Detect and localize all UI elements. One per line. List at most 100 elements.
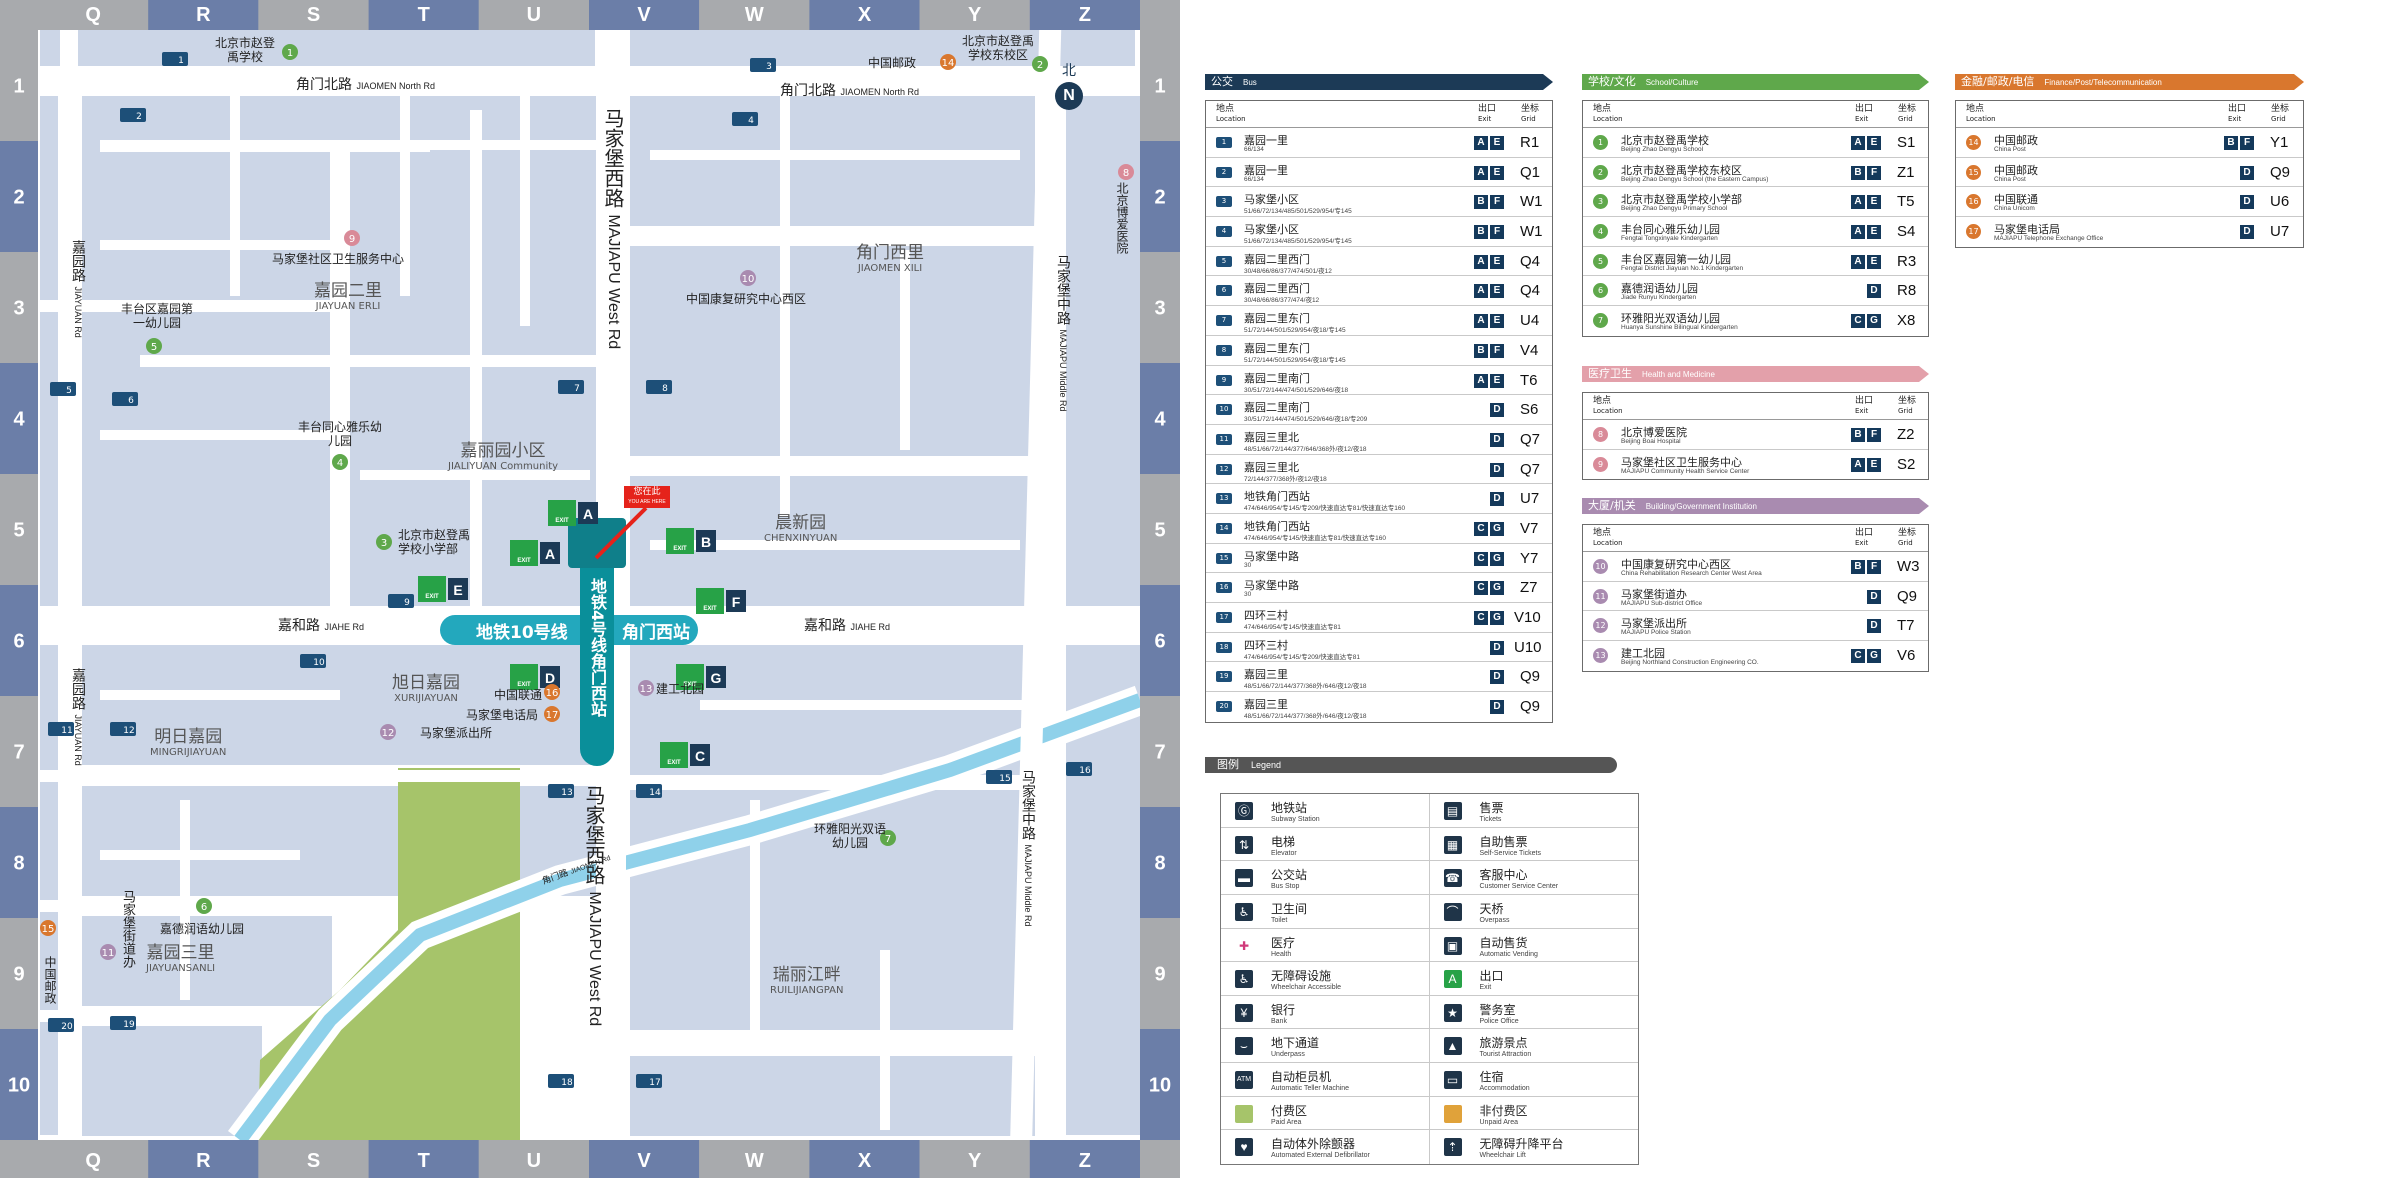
bus-panel-header: 公交 Bus bbox=[1205, 74, 1553, 90]
table-row[interactable]: 5 嘉园二里西门 30/48/66/86/377/474/501/夜12 A E Q4 bbox=[1206, 247, 1552, 277]
row-exits: AE bbox=[1474, 373, 1504, 388]
table-row[interactable]: 9 嘉园二里南门 30/51/72/144/474/501/529/646/夜18 A… bbox=[1206, 366, 1552, 396]
grid-column-label: U bbox=[527, 1150, 541, 1172]
table-row[interactable]: 8 嘉园二里东门 51/72/144/501/529/954/夜18/专145 B F V… bbox=[1206, 336, 1552, 366]
table-row[interactable]: 12 马家堡派出所 MAJIAPU Police Station D T7 bbox=[1583, 611, 1928, 642]
table-row[interactable]: 4 丰台同心雅乐幼儿园 Fengtai Tongxinyale Kindergart… bbox=[1583, 217, 1928, 247]
bus-stop-12-icon[interactable]: 12 bbox=[110, 722, 136, 736]
svg-text:5: 5 bbox=[66, 386, 72, 396]
bus-stop-18-icon[interactable]: 18 bbox=[548, 1074, 574, 1088]
exit-badge: B bbox=[2224, 136, 2238, 150]
table-row[interactable]: 17 四环三村 474/646/954/专145/快速直达专81 C G V10 bbox=[1206, 603, 1552, 633]
poi-9-marker[interactable]: 9 bbox=[344, 230, 360, 246]
poi-3-marker[interactable]: 3 bbox=[376, 534, 392, 550]
table-row[interactable]: 7 环雅阳光双语幼儿园 Huanya Sunshine Bilingual Kind… bbox=[1583, 306, 1928, 336]
bus-stop-13-icon[interactable]: 13 bbox=[548, 784, 574, 798]
svg-text:4: 4 bbox=[748, 116, 754, 126]
map-canvas[interactable]: QQRRSSTTUUVVWWXXYYZZ1 12 23 34 45 56 67 78 89 910… bbox=[0, 0, 1180, 1178]
poi-7-marker[interactable]: 7 bbox=[880, 830, 896, 846]
row-grid: U7 bbox=[2270, 223, 2290, 241]
legend-item: 非付费区 Unpaid Area bbox=[1429, 1097, 1638, 1131]
poi-4-marker[interactable]: 4 bbox=[332, 454, 348, 470]
poi-number-badge: 17 bbox=[1966, 224, 1981, 240]
legend-label-en: Paid Area bbox=[1271, 1118, 1302, 1126]
exit-badge: G bbox=[1490, 611, 1504, 625]
table-row[interactable]: 12 嘉园三里北 72/144/377/368外/夜12/夜18 D Q7 bbox=[1206, 455, 1552, 485]
grid-column-label: T bbox=[418, 1150, 430, 1172]
bus-stop-9-icon[interactable]: 9 bbox=[388, 594, 414, 608]
table-row[interactable]: 6 嘉德润语幼儿园 Jiade Runyu Kindergarten D R8 bbox=[1583, 276, 1928, 307]
table-row[interactable]: 8 北京博爱医院 Beijing Boai Hospital B F Z2 bbox=[1583, 420, 1928, 450]
table-row[interactable]: 10 中国康复研究中心西区 China Rehabilitation Researc… bbox=[1583, 552, 1928, 582]
bus-stop-1-icon[interactable]: 1 bbox=[162, 52, 188, 66]
exit-f-marker[interactable]: F EXIT bbox=[696, 588, 746, 614]
poi-1-marker[interactable]: 1 bbox=[282, 44, 298, 60]
bus-stop-7-icon[interactable]: 7 bbox=[558, 380, 584, 394]
poi-6-marker[interactable]: 6 bbox=[196, 898, 212, 914]
bus-stop-4-icon[interactable]: 4 bbox=[732, 112, 758, 126]
table-row[interactable]: 1 北京市赵登禹学校 Beijing Zhao Dengyu School A E S1 bbox=[1583, 128, 1928, 158]
poi-12-marker[interactable]: 12 bbox=[380, 724, 396, 740]
poi-16-marker[interactable]: 16 bbox=[544, 684, 560, 700]
exit-a-marker[interactable]: A EXIT bbox=[548, 500, 598, 526]
table-row[interactable]: 17 马家堡电话局 MAJIAPU Telephone Exchange Offic… bbox=[1956, 217, 2303, 247]
poi-8-marker[interactable]: 8 bbox=[1118, 164, 1134, 180]
bus-stop-17-icon[interactable]: 17 bbox=[636, 1074, 662, 1088]
table-row[interactable]: 3 北京市赵登禹学校小学部 Beijing Zhao Dengyu Primary … bbox=[1583, 187, 1928, 218]
table-row[interactable]: 2 嘉园一里 66/134 A E Q1 bbox=[1206, 158, 1552, 188]
bus-stop-20-icon[interactable]: 20 bbox=[48, 1018, 74, 1032]
table-row[interactable]: 15 马家堡中路 30 C G Y7 bbox=[1206, 544, 1552, 574]
table-row[interactable]: 2 北京市赵登禹学校东校区 Beijing Zhao Dengyu School (… bbox=[1583, 158, 1928, 188]
table-row[interactable]: 16 马家堡中路 30 C G Z7 bbox=[1206, 573, 1552, 603]
poi-13-marker[interactable]: 13 bbox=[638, 680, 654, 696]
table-row[interactable]: 20 嘉园三里 48/51/66/72/144/377/368外/646/夜12/夜… bbox=[1206, 692, 1552, 722]
bus-stop-16-icon[interactable]: 16 bbox=[1066, 762, 1092, 776]
grid-column-label: S bbox=[307, 4, 320, 26]
table-row[interactable]: 3 马家堡小区 51/66/72/134/485/501/529/954/专145 B… bbox=[1206, 187, 1552, 218]
poi-11-marker[interactable]: 11 bbox=[100, 944, 116, 960]
bus-stop-6-icon[interactable]: 6 bbox=[112, 392, 138, 406]
table-row[interactable]: 10 嘉园二里南门 30/51/72/144/474/501/529/646/夜18… bbox=[1206, 395, 1552, 425]
poi-15-marker[interactable]: 15 bbox=[40, 920, 56, 936]
table-row[interactable]: 4 马家堡小区 51/66/72/134/485/501/529/954/专145 B… bbox=[1206, 217, 1552, 247]
exit-c-marker[interactable]: C EXIT bbox=[660, 742, 710, 768]
table-row[interactable]: 14 地铁角门西站 474/646/954/专145/快速直达专81/快速直达专16… bbox=[1206, 514, 1552, 544]
bus-stop-11-icon[interactable]: 11 bbox=[48, 722, 74, 736]
table-row[interactable]: 18 四环三村 474/646/954/专145/专209/快速直达专81 D U10 bbox=[1206, 633, 1552, 663]
exit-g-marker[interactable]: G EXIT bbox=[676, 664, 726, 690]
bus-stop-10-icon[interactable]: 10 bbox=[300, 654, 326, 668]
table-row[interactable]: 16 中国联通 China Unicom D U6 bbox=[1956, 187, 2303, 218]
table-row[interactable]: 13 建工北园 Beijing Northland Construction Eng… bbox=[1583, 641, 1928, 671]
table-row[interactable]: 6 嘉园二里西门 30/48/66/86/377/474/夜12 A E Q4 bbox=[1206, 276, 1552, 307]
table-row[interactable]: 14 中国邮政 China Post B F Y1 bbox=[1956, 128, 2303, 158]
table-row[interactable]: 5 丰台区嘉园第一幼儿园 Fengtai District Jiayuan No.1… bbox=[1583, 247, 1928, 277]
svg-text:10: 10 bbox=[313, 658, 325, 668]
poi-5-marker[interactable]: 5 bbox=[146, 338, 162, 354]
exit-a-marker[interactable]: A EXIT bbox=[510, 540, 560, 566]
poi-10-marker[interactable]: 10 bbox=[740, 270, 756, 286]
table-row[interactable]: 7 嘉园二里东门 51/72/144/501/529/954/夜18/专145 A E U… bbox=[1206, 306, 1552, 336]
table-row[interactable]: 15 中国邮政 China Post D Q9 bbox=[1956, 158, 2303, 188]
exit-badge: A bbox=[1851, 225, 1865, 240]
bus-stop-14-icon[interactable]: 14 bbox=[636, 784, 662, 798]
table-row[interactable]: 19 嘉园三里 48/51/66/72/144/377/368外/646/夜12/夜… bbox=[1206, 662, 1552, 693]
table-row[interactable]: 11 嘉园三里北 48/51/66/72/144/377/646/368外/夜12/… bbox=[1206, 425, 1552, 455]
row-english: Beijing Zhao Dengyu Primary School bbox=[1621, 205, 1728, 213]
exit-b-marker[interactable]: B EXIT bbox=[666, 528, 716, 554]
bus-stop-8-icon[interactable]: 8 bbox=[646, 380, 672, 394]
table-row[interactable]: 11 马家堡街道办 MAJIAPU Sub-district Office D Q9 bbox=[1583, 582, 1928, 612]
bus-stop-19-icon[interactable]: 19 bbox=[110, 1016, 136, 1030]
bus-stop-2-icon[interactable]: 2 bbox=[120, 108, 146, 122]
exit-badge: D bbox=[1490, 670, 1504, 685]
exit-e-marker[interactable]: E EXIT bbox=[418, 576, 468, 602]
poi-17-marker[interactable]: 17 bbox=[544, 706, 560, 722]
bus-stop-15-icon[interactable]: 15 bbox=[986, 770, 1012, 784]
bus-stop-3-icon[interactable]: 3 bbox=[750, 58, 776, 72]
table-row[interactable]: 9 马家堡社区卫生服务中心 MAJIAPU Community Health Ser… bbox=[1583, 450, 1928, 480]
poi-2-marker[interactable]: 2 bbox=[1032, 56, 1048, 72]
bus-stop-5-icon[interactable]: 5 bbox=[50, 382, 76, 396]
table-row[interactable]: 13 地铁角门西站 474/646/954/专145/专209/快速直达专81/快速… bbox=[1206, 484, 1552, 514]
table-row[interactable]: 1 嘉园一里 66/134 A E R1 bbox=[1206, 128, 1552, 158]
poi-number-badge: 15 bbox=[1966, 164, 1981, 180]
poi-14-marker[interactable]: 14 bbox=[940, 54, 956, 70]
